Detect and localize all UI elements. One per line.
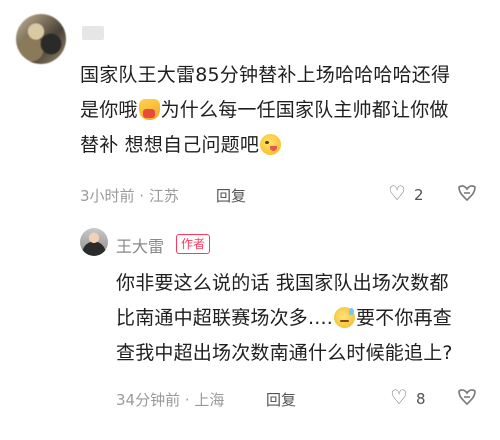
sweat-emoji-icon	[333, 307, 355, 328]
blurred-username[interactable]	[82, 26, 104, 40]
comment-segment: 要不你再查	[355, 307, 452, 329]
comment-line: 你非要这么说的话 我国家队出场次数都	[116, 272, 449, 294]
comment-meta: 3小时前 · 江苏	[80, 187, 179, 205]
comment-text: 国家队王大雷85分钟替补上场哈哈哈哈还得 是你哦 为什么每一任国家队主帅都让你做 …	[80, 58, 484, 163]
dislike-icon[interactable]	[456, 184, 478, 202]
wink-emoji-icon	[260, 134, 282, 155]
comment-line: 国家队王大雷85分钟替补上场哈哈哈哈还得	[80, 64, 451, 86]
comment-line: 是你哦 为什么每一任国家队主帅都让你做	[80, 93, 484, 128]
dislike-icon[interactable]	[456, 388, 478, 406]
reply-meta: 34分钟前 · 上海	[116, 391, 225, 409]
comment-line: 比南通中超联赛场次多.... 要不你再查	[116, 301, 488, 336]
heart-icon[interactable]: ♡	[390, 385, 408, 409]
avatar[interactable]	[16, 14, 66, 64]
comment-segment: 为什么每一任国家队主帅都让你做	[160, 99, 449, 121]
author-name[interactable]: 王大雷	[116, 233, 164, 257]
reply-button[interactable]: 回复	[216, 185, 246, 206]
reply-button[interactable]: 回复	[266, 389, 296, 410]
like-count: 8	[416, 390, 426, 408]
comment-segment: 比南通中超联赛场次多....	[116, 307, 333, 329]
comment-segment: 是你哦	[80, 99, 138, 121]
author-avatar[interactable]	[80, 228, 108, 256]
reply-text: 你非要这么说的话 我国家队出场次数都 比南通中超联赛场次多.... 要不你再查 查…	[116, 266, 488, 371]
comment-line: 替补 想想自己问题吧	[80, 128, 484, 163]
thumbs-up-emoji-icon	[138, 99, 160, 120]
author-badge: 作者	[176, 234, 211, 254]
heart-icon[interactable]: ♡	[388, 181, 406, 205]
comment-line: 查我中超出场次数南通什么时候能追上?	[116, 342, 453, 364]
like-count: 2	[414, 186, 424, 204]
comment-segment: 替补 想想自己问题吧	[80, 134, 260, 156]
